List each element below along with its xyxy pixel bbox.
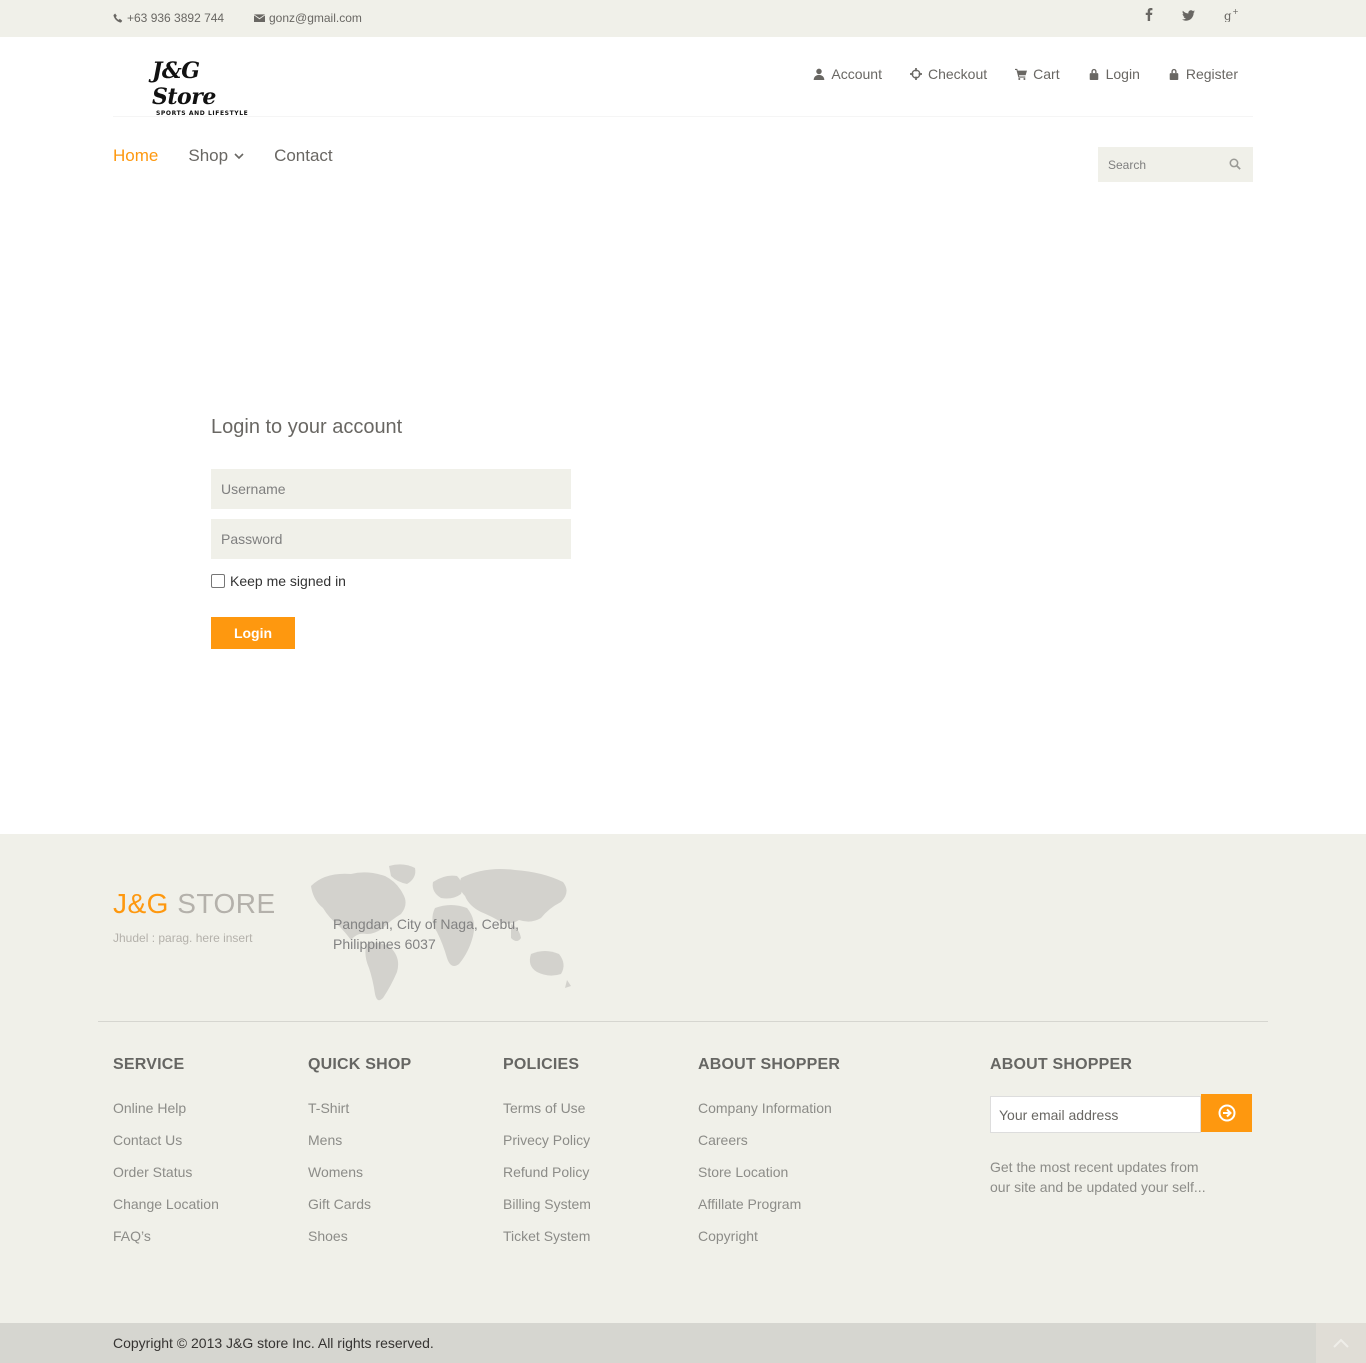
subscribe-form <box>990 1094 1252 1133</box>
footer-link[interactable]: Mens <box>308 1132 342 1148</box>
facebook-icon[interactable] <box>1139 8 1159 24</box>
register-link[interactable]: Register <box>1168 66 1238 82</box>
footer-link[interactable]: Womens <box>308 1164 363 1180</box>
footer-link[interactable]: FAQ’s <box>113 1228 151 1244</box>
footer-link[interactable]: Billing System <box>503 1196 591 1212</box>
footer-link[interactable]: Copyright <box>698 1228 758 1244</box>
footer-brand-jg: J&G <box>113 888 169 919</box>
footer-address: Pangdan, City of Naga, Cebu, Philippines… <box>333 914 519 954</box>
login-link[interactable]: Login <box>1088 66 1140 82</box>
register-label: Register <box>1185 66 1238 82</box>
search-icon[interactable] <box>1229 158 1241 170</box>
logo-script: J&G Store <box>152 58 216 110</box>
phone-contact: +63 936 3892 744 <box>113 11 224 25</box>
scroll-up-button[interactable] <box>1316 1323 1366 1363</box>
footer-link[interactable]: Contact Us <box>113 1132 182 1148</box>
footer-link[interactable]: Company Information <box>698 1100 832 1116</box>
footer-col-quickshop: QUICK SHOP T-Shirt Mens Womens Gift Card… <box>308 1056 411 1252</box>
subscribe-email-input[interactable] <box>990 1096 1201 1133</box>
footer-bottom: Copyright © 2013 J&G store Inc. All righ… <box>0 1323 1366 1363</box>
svg-text:+: + <box>1232 8 1238 16</box>
search-box <box>1098 147 1253 182</box>
footer-col-subscribe: ABOUT SHOPPER <box>990 1056 1132 1092</box>
footer-link[interactable]: Refund Policy <box>503 1164 589 1180</box>
page: +63 936 3892 744 gonz@gmail.com g + J&G S… <box>0 0 1366 1363</box>
address-line-2: Philippines 6037 <box>333 936 436 952</box>
footer-brand-subtitle: Jhudel : parag. here insert <box>113 931 253 945</box>
chevron-down-icon <box>234 152 244 159</box>
lock-icon <box>1169 68 1179 80</box>
footer-link[interactable]: Store Location <box>698 1164 788 1180</box>
user-icon <box>814 68 825 80</box>
cart-label: Cart <box>1033 66 1060 82</box>
footer-link[interactable]: Change Location <box>113 1196 219 1212</box>
footer-link[interactable]: Careers <box>698 1132 748 1148</box>
footer-col-title: ABOUT SHOPPER <box>698 1056 841 1073</box>
footer-col-about: ABOUT SHOPPER Company Information Career… <box>698 1056 840 1252</box>
svg-text:g: g <box>1224 9 1232 22</box>
footer-link[interactable]: T-Shirt <box>308 1100 349 1116</box>
header-divider <box>113 116 1253 117</box>
keep-signed-in[interactable]: Keep me signed in <box>211 573 346 589</box>
nav-home[interactable]: Home <box>113 146 158 166</box>
search-input[interactable] <box>1098 147 1218 182</box>
nav-shop[interactable]: Shop <box>188 146 244 166</box>
crosshairs-icon <box>909 68 922 80</box>
footer-col-title: SERVICE <box>113 1056 185 1073</box>
nav-contact[interactable]: Contact <box>274 146 333 166</box>
login-label: Login <box>1105 66 1140 82</box>
footer-link[interactable]: Shoes <box>308 1228 348 1244</box>
keep-signed-in-checkbox[interactable] <box>211 574 225 588</box>
top-bar: +63 936 3892 744 gonz@gmail.com g + <box>0 0 1366 37</box>
footer-col-service: SERVICE Online Help Contact Us Order Sta… <box>113 1056 219 1252</box>
envelope-icon <box>254 13 265 22</box>
user-menu: Account Checkout Cart Login Register <box>785 66 1238 82</box>
copyright-text: Copyright © 2013 J&G store Inc. All righ… <box>113 1335 434 1351</box>
footer-link[interactable]: Terms of Use <box>503 1100 585 1116</box>
footer-link[interactable]: Gift Cards <box>308 1196 371 1212</box>
subscribe-button[interactable] <box>1201 1094 1252 1132</box>
footer-col-title: POLICIES <box>503 1056 580 1073</box>
checkout-link[interactable]: Checkout <box>909 66 988 82</box>
lock-icon <box>1089 68 1098 80</box>
footer-brand-store: STORE <box>168 888 276 919</box>
shopping-cart-icon <box>1015 68 1028 80</box>
nav-shop-label: Shop <box>188 146 229 165</box>
username-input[interactable] <box>211 469 571 509</box>
account-link[interactable]: Account <box>813 66 882 82</box>
footer-link[interactable]: Online Help <box>113 1100 186 1116</box>
google-plus-icon[interactable]: g + <box>1221 7 1241 25</box>
chevron-up-icon <box>1333 1338 1349 1348</box>
address-line-1: Pangdan, City of Naga, Cebu, <box>333 916 520 932</box>
account-label: Account <box>831 66 882 82</box>
footer-link[interactable]: Order Status <box>113 1164 192 1180</box>
site-logo[interactable]: J&G Store SPORTS AND LIFESTYLE <box>152 58 252 117</box>
phone-number: +63 936 3892 744 <box>127 11 225 25</box>
login-button[interactable]: Login <box>211 617 295 649</box>
keep-signed-in-label: Keep me signed in <box>230 573 346 589</box>
footer-divider <box>98 1021 1268 1022</box>
arrow-circle-right-icon <box>1218 1104 1235 1122</box>
footer-link[interactable]: Privecy Policy <box>503 1132 590 1148</box>
footer-link[interactable]: Ticket System <box>503 1228 590 1244</box>
footer-brand: J&G STORE <box>113 888 276 920</box>
subscribe-description: Get the most recent updates from our sit… <box>990 1159 1206 1195</box>
email-contact: gonz@gmail.com <box>254 11 362 25</box>
footer-col-title: ABOUT SHOPPER <box>990 1056 1133 1073</box>
checkout-label: Checkout <box>927 66 988 82</box>
twitter-icon[interactable] <box>1178 8 1198 24</box>
phone-icon <box>113 13 123 23</box>
footer-col-title: QUICK SHOP <box>308 1056 412 1073</box>
footer-link[interactable]: Affillate Program <box>698 1196 801 1212</box>
password-input[interactable] <box>211 519 571 559</box>
footer-col-policies: POLICIES Terms of Use Privecy Policy Ref… <box>503 1056 591 1252</box>
email-address: gonz@gmail.com <box>269 11 362 25</box>
cart-link[interactable]: Cart <box>1015 66 1060 82</box>
main-nav: Home Shop Contact <box>113 146 333 166</box>
login-title: Login to your account <box>211 416 403 438</box>
